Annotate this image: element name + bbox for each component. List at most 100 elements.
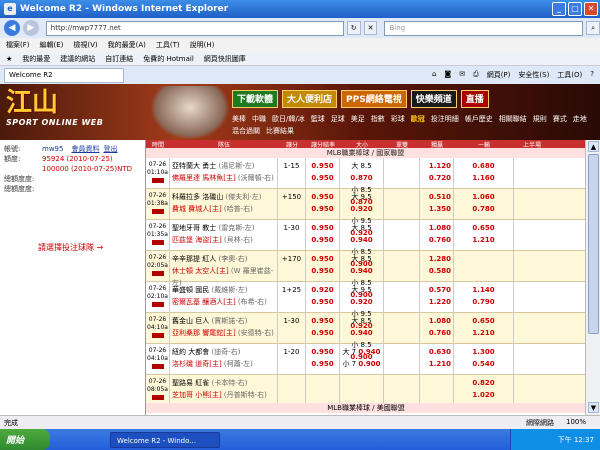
nav-links[interactable]: 相關聯結 bbox=[499, 114, 527, 124]
stop-icon[interactable]: ✕ bbox=[363, 21, 378, 35]
odd-even-cell[interactable] bbox=[384, 189, 420, 219]
handicap-odds-home[interactable]: 0.950 bbox=[306, 172, 339, 184]
maximize-button[interactable]: □ bbox=[568, 2, 582, 16]
first-half-home[interactable]: 1.020 bbox=[454, 389, 513, 401]
odd-even-cell[interactable] bbox=[384, 158, 420, 188]
logout-link[interactable]: 登出 bbox=[103, 144, 117, 154]
favorites-star-icon[interactable]: ★ bbox=[6, 55, 12, 63]
moneyline-home[interactable]: 0.760 bbox=[420, 234, 451, 246]
odd-even-cell[interactable] bbox=[384, 344, 420, 374]
fav-custom-links[interactable]: 自訂連結 bbox=[105, 54, 133, 64]
handicap-odds-home[interactable]: 0.950 bbox=[306, 234, 339, 246]
menu-help[interactable]: 說明(H) bbox=[190, 40, 215, 50]
handicap-odds-home[interactable]: 0.950 bbox=[306, 327, 339, 339]
handicap-odds-away[interactable]: 0.920 bbox=[306, 284, 339, 296]
over-odds[interactable]: 0.920 bbox=[350, 298, 372, 306]
nav-live[interactable]: 走地 bbox=[573, 114, 587, 124]
taskbar-ie-window[interactable]: Welcome R2 - Windo... bbox=[110, 431, 220, 448]
first-half-away[interactable]: 0.650 bbox=[454, 222, 513, 234]
over-odds[interactable]: 0.870 bbox=[350, 174, 372, 182]
safety-menu[interactable]: 安全性(S) bbox=[518, 70, 549, 80]
start-button[interactable]: 開始 bbox=[0, 429, 50, 450]
first-half-away[interactable]: 1.060 bbox=[454, 191, 513, 203]
url-input[interactable]: http://mwp7777.net bbox=[45, 20, 344, 36]
print-icon[interactable]: ⎙ bbox=[473, 70, 479, 80]
handicap-odds-away[interactable]: 0.950 bbox=[306, 346, 339, 358]
first-half-away[interactable]: 0.650 bbox=[454, 315, 513, 327]
handicap-odds-home[interactable]: 0.950 bbox=[306, 265, 339, 277]
handicap-odds-home[interactable]: 0.950 bbox=[306, 296, 339, 308]
nav-basketball[interactable]: 籃球 bbox=[311, 114, 325, 124]
nav-results[interactable]: 比賽結果 bbox=[266, 126, 294, 136]
scroll-thumb[interactable] bbox=[588, 154, 599, 334]
help-icon[interactable]: ? bbox=[590, 70, 594, 80]
menu-favorites[interactable]: 我的最愛(A) bbox=[108, 40, 146, 50]
fav-suggested[interactable]: 建議的網站 bbox=[60, 54, 95, 64]
tab-welcome[interactable]: Welcome R2 bbox=[4, 67, 124, 83]
first-half-home[interactable]: 1.160 bbox=[454, 172, 513, 184]
site-logo[interactable]: 江山 SPORT ONLINE WEB bbox=[6, 88, 136, 136]
over-odds[interactable]: 0.940 bbox=[358, 348, 380, 356]
banner-download[interactable]: 下載軟體 bbox=[232, 90, 279, 108]
moneyline-home[interactable]: 0.720 bbox=[420, 172, 451, 184]
moneyline-home[interactable]: 0.580 bbox=[420, 265, 451, 277]
nav-eu-jp[interactable]: 歐日/韓/冰 bbox=[272, 114, 305, 124]
refresh-icon[interactable]: ↻ bbox=[346, 21, 361, 35]
nav-champions[interactable]: 歐冠 bbox=[411, 114, 425, 124]
moneyline-away[interactable]: 1.080 bbox=[420, 315, 451, 327]
nav-football[interactable]: 美足 bbox=[351, 114, 365, 124]
banner-pps[interactable]: PPS網絡電視 bbox=[341, 90, 407, 108]
moneyline-home[interactable]: 0.760 bbox=[420, 327, 451, 339]
moneyline-away[interactable]: 0.510 bbox=[420, 191, 451, 203]
odd-even-cell[interactable] bbox=[384, 375, 420, 405]
vertical-scrollbar[interactable]: ▲ ▼ bbox=[585, 140, 600, 415]
page-menu[interactable]: 網頁(P) bbox=[487, 70, 511, 80]
over-odds[interactable]: 0.940 bbox=[350, 267, 372, 275]
first-half-away[interactable]: 0.680 bbox=[454, 160, 513, 172]
nav-mlb[interactable]: 美棒 bbox=[232, 114, 246, 124]
favorites-button[interactable]: 我的最愛 bbox=[22, 54, 50, 64]
tools-menu[interactable]: 工具(O) bbox=[557, 70, 582, 80]
first-half-home[interactable]: 1.210 bbox=[454, 234, 513, 246]
close-button[interactable]: ✕ bbox=[584, 2, 598, 16]
odd-even-cell[interactable] bbox=[384, 220, 420, 250]
banner-live[interactable]: 直播 bbox=[460, 90, 489, 108]
first-half-home[interactable]: 0.540 bbox=[454, 358, 513, 370]
mail-icon[interactable]: ✉ bbox=[459, 70, 465, 80]
scroll-up-icon[interactable]: ▲ bbox=[588, 141, 599, 152]
minimize-button[interactable]: _ bbox=[552, 2, 566, 16]
first-half-away[interactable]: 1.300 bbox=[454, 346, 513, 358]
banner-happy-channel[interactable]: 快樂頻道 bbox=[410, 90, 457, 108]
moneyline-away[interactable]: 0.630 bbox=[420, 346, 451, 358]
first-half-home[interactable]: 0.780 bbox=[454, 203, 513, 215]
handicap-odds-away[interactable]: 0.950 bbox=[306, 191, 339, 203]
rss-icon[interactable]: ◙ bbox=[444, 70, 451, 80]
moneyline-home[interactable]: 1.350 bbox=[420, 203, 451, 215]
nav-parlay[interactable]: 混合過關 bbox=[232, 126, 260, 136]
over-odds[interactable]: 0.920 bbox=[350, 205, 372, 213]
nav-lottery[interactable]: 彩球 bbox=[391, 114, 405, 124]
nav-bet-detail[interactable]: 投注明細 bbox=[431, 114, 459, 124]
search-input[interactable]: Bing bbox=[384, 20, 584, 36]
fav-webslice[interactable]: 網頁快訊圖庫 bbox=[204, 54, 246, 64]
handicap-odds-away[interactable]: 0.950 bbox=[306, 253, 339, 265]
handicap-odds-away[interactable]: 0.950 bbox=[306, 315, 339, 327]
zoom-level[interactable]: 100% bbox=[566, 418, 586, 428]
search-icon[interactable]: ⌕ bbox=[586, 21, 600, 35]
odd-even-cell[interactable] bbox=[384, 282, 420, 312]
under-odds[interactable]: 0.900 bbox=[358, 360, 380, 368]
moneyline-away[interactable]: 1.080 bbox=[420, 222, 451, 234]
home-icon[interactable]: ⌂ bbox=[432, 70, 436, 80]
nav-index[interactable]: 指數 bbox=[371, 114, 385, 124]
first-half-away[interactable]: 0.820 bbox=[454, 377, 513, 389]
over-odds[interactable]: 0.940 bbox=[350, 329, 372, 337]
menu-view[interactable]: 檢視(V) bbox=[73, 40, 97, 50]
moneyline-home[interactable]: 1.220 bbox=[420, 296, 451, 308]
odd-even-cell[interactable] bbox=[384, 251, 420, 281]
moneyline-home[interactable]: 1.210 bbox=[420, 358, 451, 370]
nav-events[interactable]: 賽式 bbox=[553, 114, 567, 124]
nav-account-history[interactable]: 帳戶歷史 bbox=[465, 114, 493, 124]
handicap-odds-home[interactable]: 0.950 bbox=[306, 203, 339, 215]
first-half-home[interactable]: 0.790 bbox=[454, 296, 513, 308]
menu-tools[interactable]: 工具(T) bbox=[156, 40, 180, 50]
